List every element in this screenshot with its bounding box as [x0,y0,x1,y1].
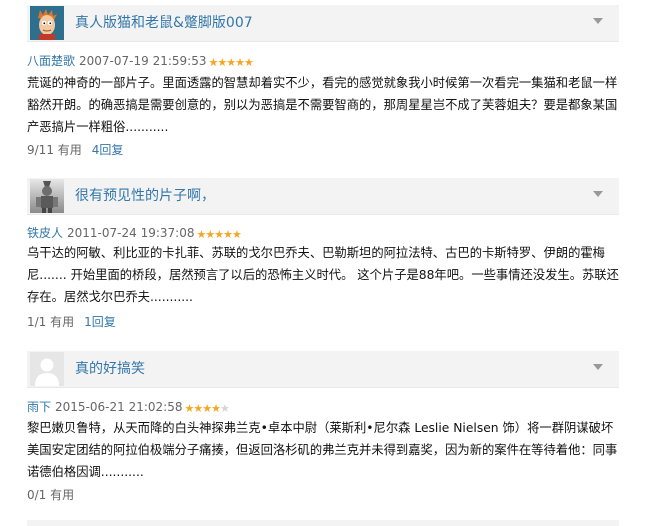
review-footer: 1/1 有用 1回复 [27,314,116,330]
useful-count: 0/1 有用 [27,488,75,502]
useful-count: 9/11 有用 [27,143,82,157]
replies-link[interactable]: 1回复 [84,315,116,329]
review-date: 2015-06-21 21:02:58 [55,400,183,414]
star-empty-icon: ★ [219,402,230,415]
star-filled-icon: ★ [243,56,254,69]
chevron-down-icon[interactable] [593,191,603,197]
star-filled-icon: ★ [226,56,236,69]
review-list: 真人版猫和老鼠&蹩脚版007 八面楚歌 2007-07-19 21:59:53 ★★… [0,0,653,526]
review-title[interactable]: 真的好搞笑 [75,360,145,378]
review-footer: 9/11 有用 4回复 [27,142,123,158]
star-filled-icon: ★ [205,228,215,241]
review-date: 2011-07-24 19:37:08 [67,226,195,240]
tin-man-avatar-icon [30,179,64,213]
star-filled-icon: ★ [196,228,206,241]
review-card: 真的好搞笑 雨下 2015-06-21 21:02:58 ★★★★★ 黎巴嫩贝鲁特，… [27,351,619,511]
chevron-down-icon[interactable] [593,364,603,370]
star-filled-icon: ★ [193,402,203,415]
review-date: 2007-07-19 21:59:53 [79,54,207,68]
star-filled-icon: ★ [184,402,194,415]
review-card: 真人版猫和老鼠&蹩脚版007 八面楚歌 2007-07-19 21:59:53 ★★… [27,5,619,165]
review-footer: 0/1 有用 [27,487,74,503]
user-avatar[interactable] [30,179,64,213]
star-filled-icon: ★ [235,56,245,69]
default-user-avatar-icon [30,352,64,386]
review-meta: 铁皮人 2011-07-24 19:37:08 ★★★★★ [27,225,242,243]
rating-stars: ★★★★★ [184,401,230,417]
star-filled-icon: ★ [217,56,227,69]
author-link[interactable]: 雨下 [27,400,51,414]
review-meta: 雨下 2015-06-21 21:02:58 ★★★★★ [27,399,230,417]
star-filled-icon: ★ [211,402,221,415]
review-header: 真的好搞笑 [27,351,619,388]
review-header: 真人版猫和老鼠&蹩脚版007 [27,5,619,42]
review-meta: 八面楚歌 2007-07-19 21:59:53 ★★★★★ [27,53,254,71]
star-filled-icon: ★ [202,402,212,415]
review-text[interactable]: 荒诞的神奇的一部片子。里面透露的智慧却着实不少，看完的感觉就象我小时候第一次看完… [27,72,619,138]
next-review-header-edge [27,520,619,526]
review-text[interactable]: 黎巴嫩贝鲁特，从天而降的白头神探弗兰克•卓本中尉（莱斯利•尼尔森 Leslie … [27,417,619,483]
user-avatar[interactable] [30,352,64,386]
rating-stars: ★★★★★ [208,55,254,71]
author-link[interactable]: 铁皮人 [27,226,63,240]
review-card: 很有预见性的片子啊， 铁皮人 2011-07-24 19:37:08 ★★★★★ 乌… [27,178,619,338]
chevron-down-icon[interactable] [593,18,603,24]
star-filled-icon: ★ [208,56,218,69]
review-title[interactable]: 真人版猫和老鼠&蹩脚版007 [75,14,253,32]
useful-count: 1/1 有用 [27,315,75,329]
review-title[interactable]: 很有预见性的片子啊， [75,187,215,205]
user-avatar[interactable] [30,6,64,40]
star-filled-icon: ★ [223,228,233,241]
rating-stars: ★★★★★ [196,227,242,243]
review-text[interactable]: 乌干达的阿敏、利比亚的卡扎菲、苏联的戈尔巴乔夫、巴勒斯坦的阿拉法特、古巴的卡斯特… [27,242,619,308]
review-header: 很有预见性的片子啊， [27,178,619,215]
star-filled-icon: ★ [214,228,224,241]
author-link[interactable]: 八面楚歌 [27,54,75,68]
replies-link[interactable]: 4回复 [92,143,124,157]
star-filled-icon: ★ [231,228,242,241]
futurama-fry-avatar-icon [30,6,64,40]
